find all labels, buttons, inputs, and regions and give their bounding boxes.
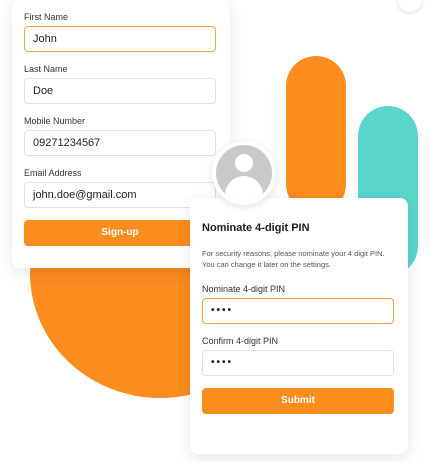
- mobile-number-label: Mobile Number: [24, 116, 86, 126]
- pin-card-description: For security reasons, please nominate yo…: [202, 249, 385, 269]
- last-name-field[interactable]: Doe: [24, 78, 216, 104]
- pin-card: Nominate 4-digit PIN For security reason…: [190, 198, 408, 454]
- mobile-number-field[interactable]: 09271234567: [24, 130, 216, 156]
- pin-field[interactable]: ••••: [202, 298, 394, 324]
- corner-circle-decoration: [398, 0, 422, 12]
- pin-label: Nominate 4-digit PIN: [202, 284, 286, 294]
- signup-button[interactable]: Sign-up: [24, 220, 216, 246]
- email-address-label: Email Address: [24, 168, 82, 178]
- avatar-background: [216, 145, 272, 201]
- avatar-body-shape: [225, 176, 263, 201]
- last-name-label: Last Name: [24, 64, 68, 74]
- pin-card-title: Nominate 4-digit PIN: [202, 222, 310, 234]
- email-address-field[interactable]: john.doe@gmail.com: [24, 182, 216, 208]
- user-avatar-icon: [212, 141, 276, 205]
- confirm-pin-label: Confirm 4-digit PIN: [202, 336, 279, 346]
- first-name-label: First Name: [24, 12, 69, 22]
- orange-pill-decoration: [286, 56, 346, 214]
- avatar-head-shape: [235, 154, 253, 172]
- submit-button[interactable]: Submit: [202, 388, 394, 414]
- first-name-field[interactable]: John: [24, 26, 216, 52]
- confirm-pin-field[interactable]: ••••: [202, 350, 394, 376]
